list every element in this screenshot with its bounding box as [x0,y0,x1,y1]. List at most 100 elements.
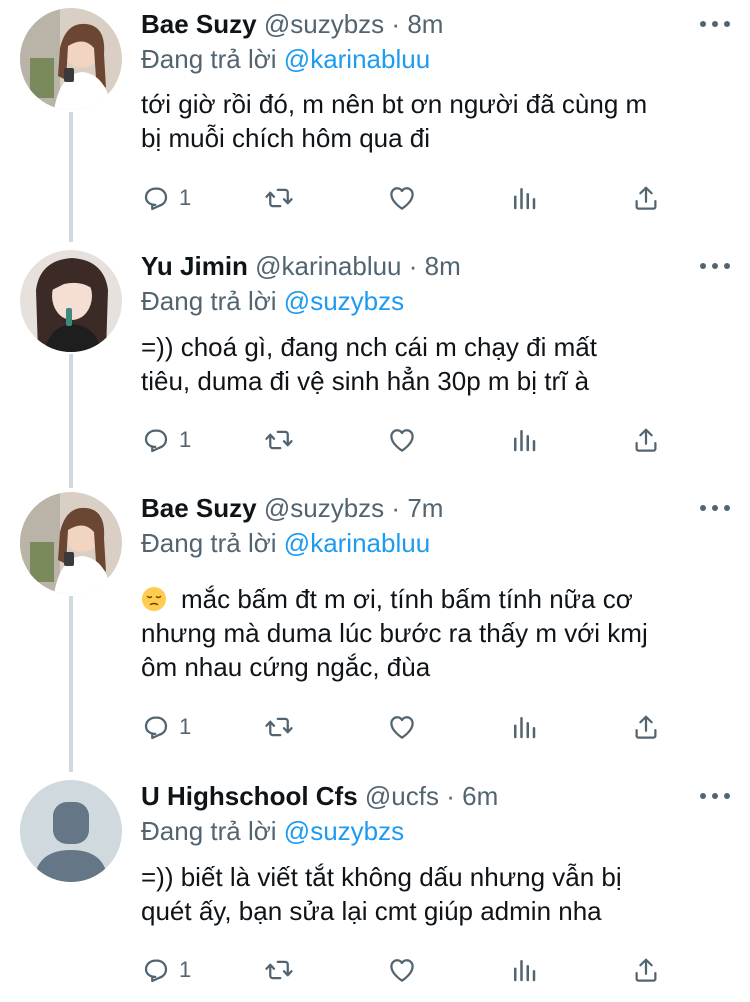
timestamp[interactable]: 8m [425,251,461,281]
tweet-text-line: quét ấy, bạn sửa lại cmt giúp admin nha [141,896,602,926]
replying-to-label: Đang trả lời [141,816,277,846]
tweet-text-line: ôm nhau cứng ngắc, đùa [141,652,431,682]
timestamp[interactable]: 7m [407,493,443,523]
retweet-icon [265,430,293,450]
more-options-icon[interactable] [700,504,730,512]
like-icon [390,716,414,739]
mention-link[interactable]: @suzybzs [284,816,404,846]
retweet-button[interactable] [264,181,294,215]
retweet-icon [265,188,293,208]
replying-to: Đang trả lời @karinabluu [141,527,430,559]
like-button[interactable] [387,953,417,987]
default-avatar-icon [20,780,122,882]
tweet-text: mắc bấm đt m ơi, tính bấm tính nữa cơ nh… [141,582,721,684]
separator-dot: · [391,493,401,523]
reply-count: 1 [179,714,192,739]
retweet-button[interactable] [264,423,294,457]
share-button[interactable] [631,181,661,215]
tweet-text-line: bị muỗi chích hôm qua đi [141,123,431,153]
reply-icon [144,187,168,211]
views-button[interactable] [509,423,539,457]
views-icon [514,960,536,982]
mention-link[interactable]: @karinabluu [284,44,430,74]
views-button[interactable] [509,710,539,744]
display-name[interactable]: Bae Suzy [141,9,257,39]
separator-dot: · [391,9,401,39]
tweet-text: =)) choá gì, đang nch cái m chạy đi mất … [141,330,721,398]
share-button[interactable] [631,953,661,987]
user-handle[interactable]: @karinabluu [255,251,401,281]
replying-to: Đang trả lời @karinabluu [141,43,430,75]
reply-button[interactable]: 1 [141,953,191,987]
retweet-button[interactable] [264,953,294,987]
more-options-icon[interactable] [700,792,730,800]
avatar[interactable] [20,8,122,110]
replying-to-label: Đang trả lời [141,44,277,74]
replying-to: Đang trả lời @suzybzs [141,285,404,317]
replying-to-label: Đang trả lời [141,286,277,316]
like-icon [390,959,414,982]
avatar[interactable] [20,492,122,594]
mention-link[interactable]: @karinabluu [284,528,430,558]
retweet-icon [265,960,293,980]
pensive-face-emoji-icon [142,587,166,611]
share-icon [635,428,657,452]
like-button[interactable] [387,710,417,744]
tweet-text-line: nhưng mà duma lúc bước ra thấy m với kmj [141,618,648,648]
tweet-actions: 1 [141,710,681,744]
views-button[interactable] [509,953,539,987]
reply-icon [144,429,168,453]
tweet-header: U Highschool Cfs @ucfs · 6m [141,780,498,812]
views-button[interactable] [509,181,539,215]
share-icon [635,715,657,739]
avatar[interactable] [20,780,122,882]
user-handle[interactable]: @suzybzs [264,493,384,523]
reply-button[interactable]: 1 [141,710,191,744]
share-button[interactable] [631,423,661,457]
views-icon [514,188,536,210]
tweet-text: tới giờ rồi đó, m nên bt ơn người đã cùn… [141,87,721,155]
tweet-text-line: tới giờ rồi đó, m nên bt ơn người đã cùn… [141,89,648,119]
replying-to-label: Đang trả lời [141,528,277,558]
more-options-icon[interactable] [700,262,730,270]
tweet-header: Yu Jimin @karinabluu · 8m [141,250,461,282]
reply-count: 1 [179,957,192,982]
tweet-text-line: =)) biết là viết tắt không dấu nhưng vẫn… [141,862,622,892]
separator-dot: · [446,781,455,811]
like-button[interactable] [387,423,417,457]
like-button[interactable] [387,181,417,215]
tweet-text-line: tiêu, duma đi vệ sinh hẳn 30p m bị trĩ à [141,366,590,396]
tweet-actions: 1 [141,953,681,987]
tweet-text-line: =)) choá gì, đang nch cái m chạy đi mất [141,332,597,362]
tweet: U Highschool Cfs @ucfs · 6m Đang trả lời… [0,772,750,1002]
views-icon [514,430,536,452]
share-icon [635,958,657,982]
avatar[interactable] [20,250,122,352]
tweet-header: Bae Suzy @suzybzs · 8m [141,8,443,40]
replying-to: Đang trả lời @suzybzs [141,815,404,847]
tweet-actions: 1 [141,423,681,457]
tweet-header: Bae Suzy @suzybzs · 7m [141,492,443,524]
retweet-button[interactable] [264,710,294,744]
mention-link[interactable]: @suzybzs [284,286,404,316]
display-name[interactable]: U Highschool Cfs [141,781,358,811]
tweet-text: =)) biết là viết tắt không dấu nhưng vẫn… [141,860,721,928]
reply-icon [144,716,168,740]
share-button[interactable] [631,710,661,744]
display-name[interactable]: Bae Suzy [141,493,257,523]
separator-dot: · [408,251,418,281]
more-options-icon[interactable] [700,20,730,28]
tweet: Bae Suzy @suzybzs · 8m Đang trả lời @kar… [0,0,750,240]
user-photo-icon [20,492,122,594]
reply-button[interactable]: 1 [141,423,191,457]
tweet-text-fragment: mắc bấm đt m ơi, tính bấm tính nữa cơ [181,584,633,614]
like-icon [390,429,414,452]
user-handle[interactable]: @ucfs [365,781,439,811]
reply-count: 1 [179,427,192,452]
timestamp[interactable]: 8m [407,9,443,39]
user-handle[interactable]: @suzybzs [264,9,384,39]
user-photo-icon [20,8,122,110]
reply-button[interactable]: 1 [141,181,191,215]
display-name[interactable]: Yu Jimin [141,251,248,281]
timestamp[interactable]: 6m [462,781,498,811]
